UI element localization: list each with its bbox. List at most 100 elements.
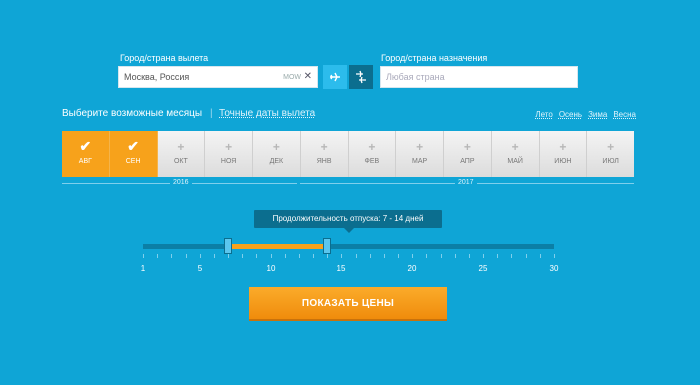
month-6[interactable]: + ФЕВ (348, 131, 397, 177)
tick-mark (228, 254, 229, 258)
tick-mark (356, 254, 357, 258)
season-links: Лето Осень Зима Весна (535, 110, 636, 119)
season-winter[interactable]: Зима (588, 110, 607, 119)
origin-value: Москва, Россия (124, 72, 190, 82)
origin-field[interactable]: Москва, Россия MOW ✕ (118, 66, 318, 88)
month-5[interactable]: + ЯНВ (300, 131, 349, 177)
plus-icon: + (511, 140, 519, 154)
tick-mark (398, 254, 399, 258)
tick-mark (285, 254, 286, 258)
tab-months[interactable]: Выберите возможные месяцы (62, 108, 202, 119)
tick-label: 5 (197, 264, 203, 273)
tab-exact-dates[interactable]: Точные даты вылета (219, 108, 315, 119)
season-summer[interactable]: Лето (535, 110, 552, 119)
month-10[interactable]: + ИЮН (539, 131, 588, 177)
tick-mark (200, 254, 201, 258)
month-label: МАЙ (507, 158, 523, 165)
tick-label: 20 (407, 264, 417, 273)
tab-divider: | (210, 108, 213, 119)
destination-label: Город/страна назначения (381, 53, 488, 63)
tick-mark (341, 254, 342, 258)
month-label: СЕН (125, 158, 141, 165)
tick-mark (526, 254, 527, 258)
month-label: АВГ (78, 158, 92, 165)
month-0[interactable]: ✔ АВГ (62, 131, 110, 177)
tick-mark (313, 254, 314, 258)
tick-label: 15 (336, 264, 346, 273)
tick-mark (256, 254, 257, 258)
swap-button[interactable] (349, 65, 373, 89)
duration-track[interactable] (143, 244, 554, 249)
swap-planes-icon (356, 70, 366, 84)
duration-handle-max[interactable] (323, 238, 332, 254)
tick-mark (441, 254, 442, 258)
plus-icon: + (607, 140, 615, 154)
plane-icon (330, 72, 340, 82)
tick-mark (412, 254, 413, 258)
month-9[interactable]: + МАЙ (491, 131, 540, 177)
tick-mark (171, 254, 172, 258)
show-prices-button[interactable]: ПОКАЗАТЬ ЦЕНЫ (249, 287, 447, 321)
destination-placeholder: Любая страна (386, 72, 445, 82)
tick-mark (327, 254, 328, 258)
plus-icon: + (320, 140, 328, 154)
tick-mark (242, 254, 243, 258)
tick-mark (157, 254, 158, 258)
month-label: АПР (460, 158, 475, 165)
tick-label: 1 (140, 264, 146, 273)
origin-code: MOW (283, 74, 301, 81)
tick-label: 10 (266, 264, 276, 273)
check-icon: ✔ (127, 138, 139, 154)
month-label: ФЕВ (364, 158, 380, 165)
year-2017: 2017 (455, 179, 477, 186)
year-2016: 2016 (170, 179, 192, 186)
month-3[interactable]: + НОЯ (205, 131, 253, 177)
tick-mark (455, 254, 456, 258)
month-7[interactable]: + МАР (396, 131, 444, 177)
plus-icon: + (272, 140, 280, 154)
tick-mark (483, 254, 484, 258)
check-icon: ✔ (79, 138, 92, 154)
plane-button[interactable] (323, 65, 347, 89)
season-autumn[interactable]: Осень (559, 110, 582, 119)
plus-icon: + (463, 140, 471, 154)
tick-mark (384, 254, 385, 258)
tick-mark (554, 254, 555, 258)
tick-mark (469, 254, 470, 258)
tick-mark (299, 254, 300, 258)
plus-icon: + (416, 140, 424, 154)
origin-label: Город/страна вылета (120, 53, 209, 63)
tick-mark (426, 254, 427, 258)
tick-mark (214, 254, 215, 258)
duration-tooltip: Продолжительность отпуска: 7 - 14 дней (254, 210, 442, 233)
plus-icon: + (368, 140, 376, 154)
tick-mark (186, 254, 187, 258)
month-2[interactable]: + ОКТ (157, 131, 206, 177)
month-label: ИЮН (554, 158, 572, 165)
season-spring[interactable]: Весна (613, 110, 636, 119)
tick-label: 25 (478, 264, 488, 273)
month-picker: ✔ АВГ ✔ СЕН + ОКТ + НОЯ + ДЕК + ЯНВ + ФЕВ + МАР + АПР + МАЙ… (62, 131, 634, 177)
month-label: ЯНВ (316, 158, 332, 165)
month-11[interactable]: + ИЮЛ (587, 131, 634, 177)
month-1[interactable]: ✔ СЕН (109, 131, 158, 177)
destination-field[interactable]: Любая страна (380, 66, 578, 88)
duration-handle-min[interactable] (224, 238, 233, 254)
tick-label: 30 (549, 264, 559, 273)
tick-mark (271, 254, 272, 258)
month-8[interactable]: + АПР (444, 131, 492, 177)
plus-icon: + (559, 140, 567, 154)
month-label: ИЮЛ (602, 158, 619, 165)
month-label: ДЕК (269, 158, 284, 165)
plus-icon: + (177, 140, 185, 154)
duration-range (228, 244, 328, 249)
month-label: МАР (412, 158, 428, 165)
plus-icon: + (225, 140, 233, 154)
clear-icon[interactable]: ✕ (304, 71, 312, 82)
tick-mark (511, 254, 512, 258)
tick-mark (497, 254, 498, 258)
tick-mark (143, 254, 144, 258)
month-4[interactable]: + ДЕК (253, 131, 301, 177)
tick-mark (370, 254, 371, 258)
month-label: ОКТ (173, 158, 188, 165)
